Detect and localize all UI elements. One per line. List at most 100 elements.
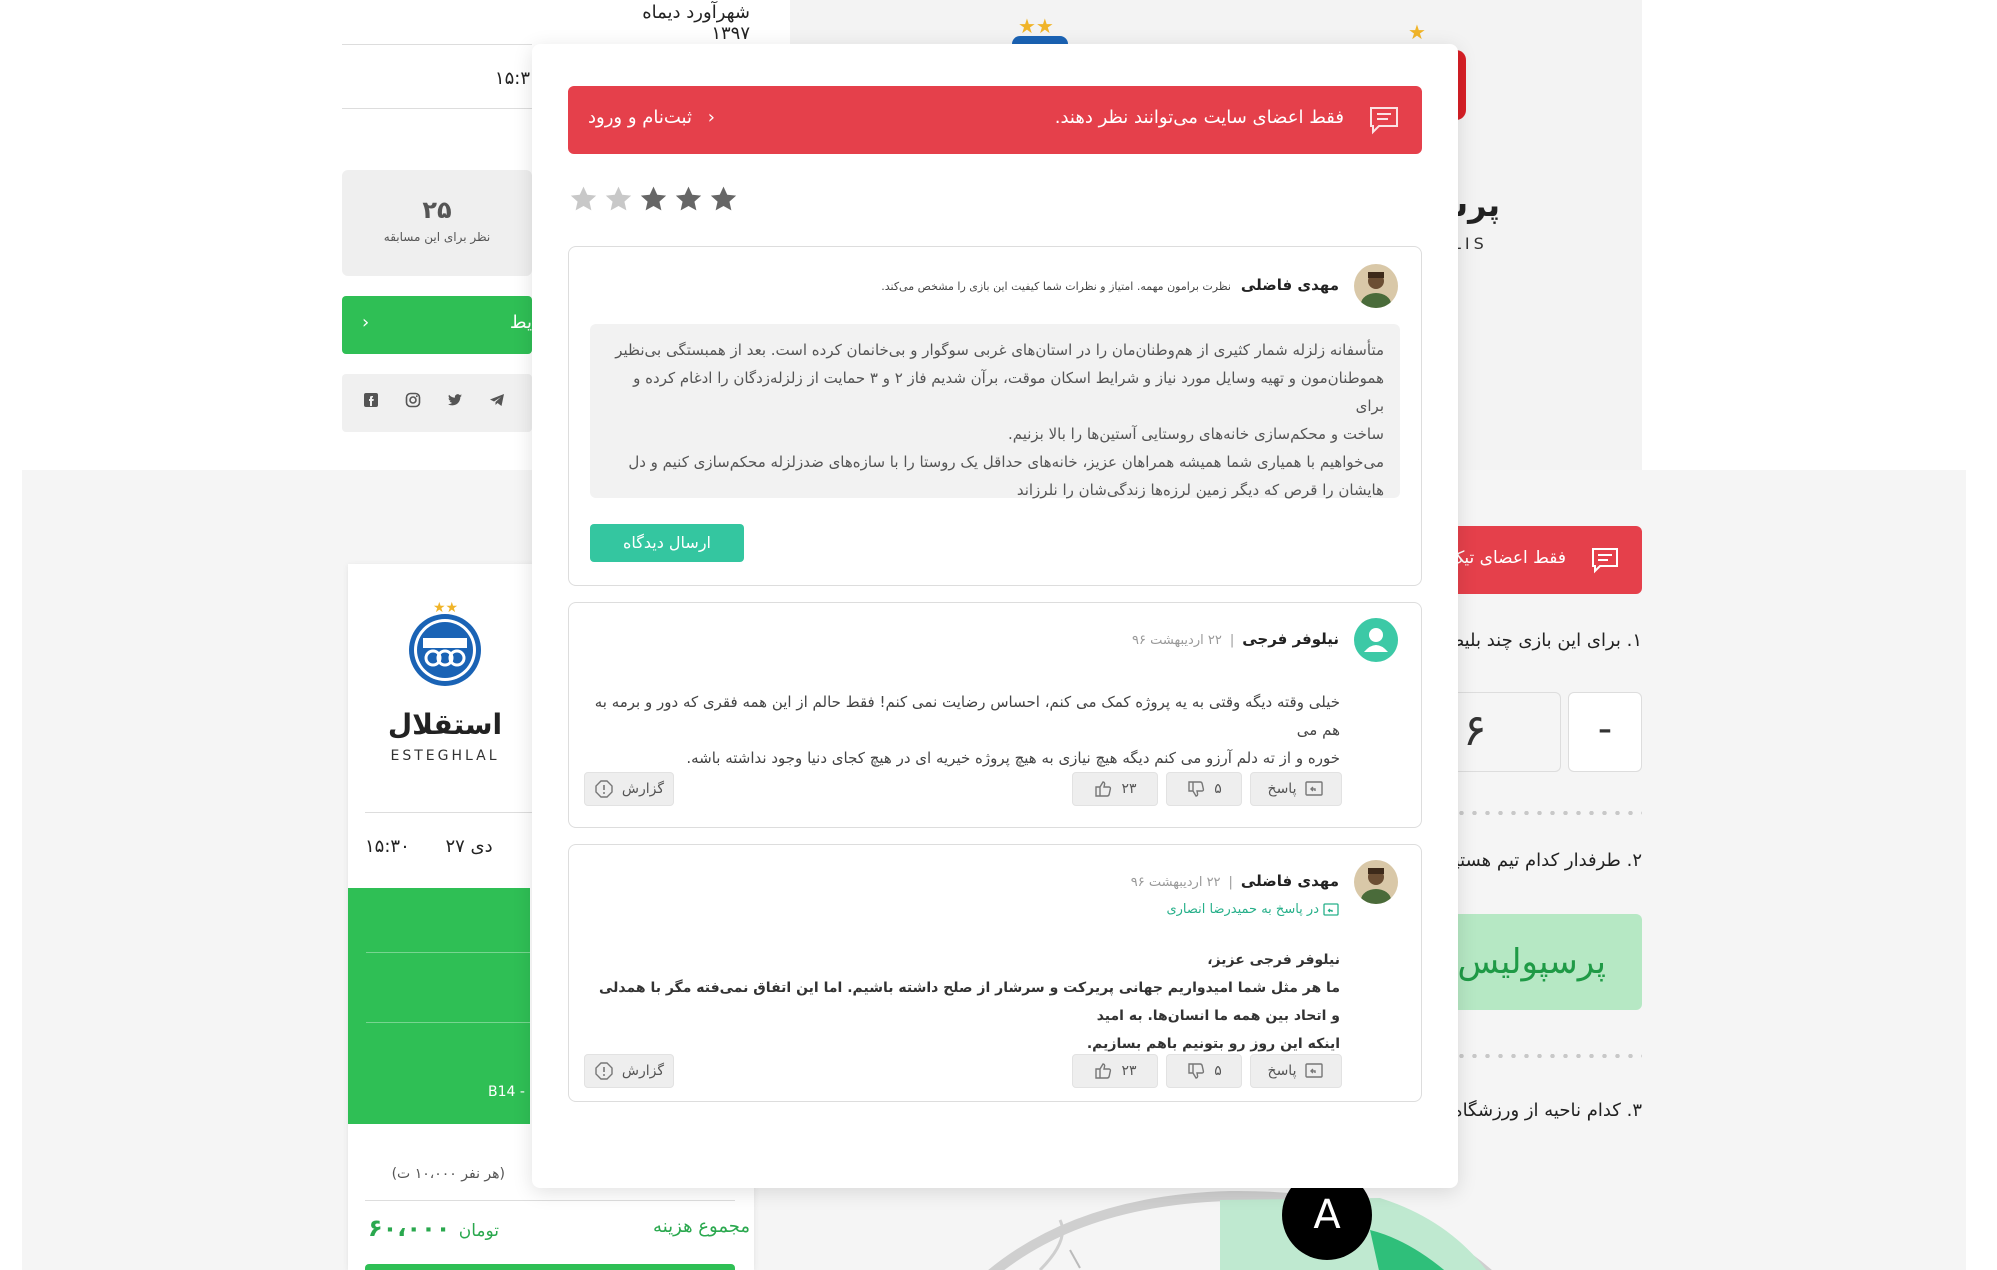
warning-icon — [595, 780, 613, 798]
telegram-icon[interactable] — [488, 392, 506, 410]
dislike-count: ۵ — [1214, 1063, 1222, 1079]
question-stadium-zone: ۳. کدام ناحیه از ورزشگاه؟ — [1455, 1100, 1642, 1121]
divider — [342, 44, 532, 45]
submit-comment-button[interactable]: ارسال دیدگاه — [590, 524, 744, 562]
default-user-icon — [1354, 618, 1398, 662]
comment-header: مهدی فاضلی | ۲۲ اردیبهشت ۹۶ — [1131, 872, 1339, 890]
star-icon[interactable] — [568, 184, 599, 215]
report-button[interactable]: گزارش — [584, 772, 674, 806]
svg-text:★★: ★★ — [433, 600, 458, 616]
currency-label: تومان — [458, 1221, 500, 1241]
login-register-link[interactable]: ‹ ثبت‌نام و ورود — [588, 107, 715, 128]
thumbs-up-icon — [1095, 1063, 1112, 1079]
comment-icon — [1368, 104, 1400, 136]
star-icon[interactable] — [673, 184, 704, 215]
dislike-button[interactable]: ۵ — [1166, 772, 1242, 806]
team-answer-option[interactable]: پرسپولیس — [1455, 914, 1642, 1010]
match-time-value: ۱۵:۳۰ — [365, 836, 410, 857]
comment-line: خیلی وقته دیگه وقتی به یه پروژه کمک می ک… — [594, 693, 1340, 739]
team-latin-name: ESTEGHLAL — [390, 748, 500, 764]
reply-icon — [1305, 781, 1324, 796]
alert-message: فقط اعضای سایت می‌توانند نظر دهند. — [1054, 107, 1344, 128]
user-name: مهدی فاضلی — [1240, 276, 1339, 294]
meta-separator: | — [1228, 875, 1233, 890]
buy-ticket-label: یط — [509, 312, 532, 333]
comment-date: ۲۲ اردیبهشت ۹۶ — [1132, 633, 1222, 648]
reply-to-text: در پاسخ به حمیدرضا انصاری — [1166, 902, 1319, 917]
like-count: ۲۳ — [1121, 1063, 1137, 1079]
rating-stars[interactable] — [568, 184, 739, 220]
total-cost-value: ۶۰،۰۰۰ تومان — [368, 1214, 528, 1242]
stadium-map[interactable] — [980, 1180, 1500, 1270]
team-name: استقلال — [387, 708, 503, 741]
star-icon: ★★ — [1018, 14, 1054, 38]
comment-body: خیلی وقته دیگه وقتی به یه پروژه کمک می ک… — [590, 688, 1340, 772]
reply-label: پاسخ — [1267, 1063, 1297, 1079]
divider — [366, 1022, 530, 1023]
textarea-line: هموطنان‌مون و تهیه وسایل مورد نیاز و شرا… — [633, 369, 1384, 415]
reply-icon — [1305, 1063, 1324, 1078]
members-only-alert: فقط اعضای تیک — [1452, 526, 1642, 594]
question-ticket-count: ۱. برای این بازی چند بلیط — [1455, 630, 1642, 651]
dotted-divider — [1455, 1054, 1642, 1058]
decrement-button[interactable]: - — [1568, 692, 1642, 772]
ticket-quantity-stepper[interactable]: ۶ — [1455, 692, 1561, 772]
like-button[interactable]: ۲۳ — [1072, 772, 1158, 806]
checkout-button[interactable] — [365, 1264, 735, 1270]
twitter-icon[interactable] — [446, 392, 464, 410]
reply-icon — [1323, 902, 1339, 916]
comment-body: نیلوفر فرجی عزیز، ما هر مثل شما امیدواریم… — [588, 946, 1340, 1058]
members-only-alert: فقط اعضای سایت می‌توانند نظر دهند. ‹ ثبت… — [568, 86, 1422, 154]
esteghlal-logo: ★★ — [405, 598, 485, 688]
match-title: شهرآورد دیماه ۱۳۹۷ — [642, 2, 750, 44]
thumbs-up-icon — [1095, 781, 1112, 797]
total-amount: ۶۰،۰۰۰ — [368, 1214, 451, 1242]
thumbs-down-icon — [1188, 781, 1205, 797]
comment-line: ما هر مثل شما امیدواریم جهانی پریرکت و س… — [598, 980, 1340, 1024]
thumbs-down-icon — [1188, 1063, 1205, 1079]
like-count: ۲۳ — [1121, 781, 1137, 797]
report-button[interactable]: گزارش — [584, 1054, 674, 1088]
match-time: ۱۵:۳ — [494, 68, 530, 89]
comment-icon — [1590, 546, 1620, 579]
comment-count: ۲۵ — [422, 196, 452, 224]
chevron-left-icon: ‹ — [707, 107, 715, 128]
comment-author: مهدی فاضلی — [1240, 872, 1339, 890]
textarea-line: هایشان را قرص که دیگر زمین لرزه‌ها زندگی… — [1016, 481, 1384, 499]
total-cost-label: مجموع هزینه — [653, 1216, 750, 1237]
divider — [365, 812, 535, 813]
chevron-right-icon: › — [362, 312, 370, 333]
report-label: گزارش — [621, 1063, 665, 1079]
reply-label: پاسخ — [1267, 781, 1297, 797]
star-icon[interactable] — [638, 184, 669, 215]
comment-count-label: نظر برای این مسابقه — [383, 230, 491, 244]
star-icon[interactable] — [603, 184, 634, 215]
comment-date: ۲۲ اردیبهشت ۹۶ — [1130, 875, 1221, 890]
social-share-bar — [342, 374, 532, 432]
dislike-count: ۵ — [1214, 781, 1222, 797]
reply-to-link[interactable]: در پاسخ به حمیدرضا انصاری — [1166, 902, 1339, 917]
opponent-logo-fragment — [1012, 36, 1068, 44]
reply-button[interactable]: پاسخ — [1250, 772, 1342, 806]
login-register-label: ثبت‌نام و ورود — [588, 107, 692, 128]
members-only-text: فقط اعضای تیک — [1456, 548, 1566, 568]
textarea-line: می‌خواهیم با همیاری شما همیشه همراهان عز… — [628, 453, 1384, 471]
comment-header: نیلوفر فرجی | ۲۲ اردیبهشت ۹۶ — [1132, 630, 1339, 648]
reply-button[interactable]: پاسخ — [1250, 1054, 1342, 1088]
block-label: B14 - — [488, 1084, 525, 1100]
match-day-value: ۲۷ دی — [445, 836, 493, 857]
comment-line: نیلوفر فرجی عزیز، — [1207, 952, 1340, 968]
user-avatar — [1354, 860, 1398, 904]
question-team: ۲. طرفدار کدام تیم هستید — [1455, 850, 1642, 871]
instagram-icon[interactable] — [404, 392, 422, 410]
comment-textarea[interactable]: متأسفانه زلزله شمار کثیری از هم‌وطنان‌ما… — [590, 324, 1400, 499]
star-icon: ★ — [1408, 20, 1426, 44]
user-avatar — [1354, 264, 1398, 308]
dislike-button[interactable]: ۵ — [1166, 1054, 1242, 1088]
divider — [342, 108, 532, 109]
facebook-icon[interactable] — [362, 392, 380, 410]
like-button[interactable]: ۲۳ — [1072, 1054, 1158, 1088]
buy-ticket-button[interactable]: یط › — [342, 296, 532, 354]
divider — [365, 1200, 735, 1201]
star-icon[interactable] — [708, 184, 739, 215]
